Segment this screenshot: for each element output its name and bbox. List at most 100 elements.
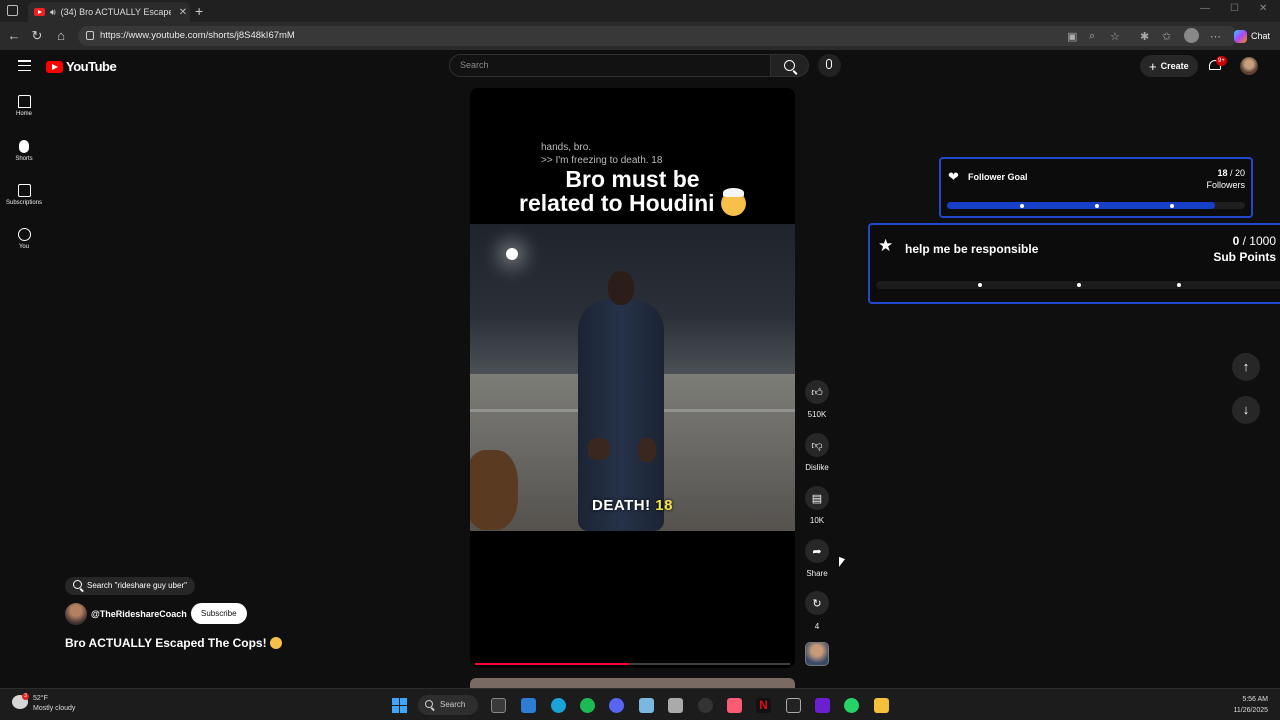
app-install-icon[interactable]: ▣ xyxy=(1067,30,1077,43)
discord-icon[interactable] xyxy=(609,698,624,713)
channel-avatar[interactable] xyxy=(65,603,87,625)
sub-goal-count: 0 / 1000 Sub Points xyxy=(1190,233,1276,265)
more-menu-icon[interactable]: ⋯ xyxy=(1210,30,1221,43)
streetlight xyxy=(506,248,518,260)
edge-browser-icon[interactable] xyxy=(551,698,566,713)
photos-icon[interactable] xyxy=(639,698,654,713)
copilot-chat-button[interactable]: Chat xyxy=(1230,27,1276,45)
follower-goal-widget: ❤ Follower Goal 18 / 20 Followers xyxy=(939,157,1253,218)
share-arrow-icon: ➦ xyxy=(812,545,822,558)
app-icon[interactable] xyxy=(668,698,683,713)
tab-actions-icon[interactable] xyxy=(7,5,18,16)
comments-button[interactable]: ▤ xyxy=(805,486,829,510)
netflix-icon[interactable]: N xyxy=(756,698,771,713)
share-button[interactable]: ➦ xyxy=(805,539,829,563)
video-lower-area[interactable] xyxy=(470,531,795,668)
favorite-star-icon[interactable]: ☆ xyxy=(1110,30,1120,43)
file-explorer-icon[interactable] xyxy=(874,698,889,713)
audio-channel-thumbnail[interactable] xyxy=(805,642,829,666)
sidebar-item-home[interactable]: Home xyxy=(4,95,44,117)
sub-goal-widget: ★ help me be responsible 0 / 1000 Sub Po… xyxy=(868,223,1280,304)
sidebar-item-shorts[interactable]: Shorts xyxy=(4,140,44,162)
weather-widget[interactable]: 52°F Mostly cloudy xyxy=(33,694,75,714)
search-icon xyxy=(425,700,433,708)
speaker-icon[interactable]: 🔊︎ xyxy=(50,7,56,18)
chat-label: Chat xyxy=(1251,31,1271,41)
like-button[interactable]: 👍︎ xyxy=(805,380,829,404)
extensions-icon[interactable]: ✱ xyxy=(1140,30,1149,43)
url-bar[interactable]: https://www.youtube.com/shorts/j8S48kI67… xyxy=(78,26,1238,46)
twitch-icon[interactable] xyxy=(815,698,830,713)
site-info-icon[interactable] xyxy=(86,31,94,40)
maximize-icon[interactable]: ☐ xyxy=(1230,3,1239,14)
follower-goal-fill xyxy=(947,202,1216,209)
dog-shape xyxy=(470,450,518,530)
windows-taskbar: 3 52°F Mostly cloudy Search N 5:56 AM 11… xyxy=(0,688,1280,720)
home-icon xyxy=(17,95,31,108)
video-title[interactable]: Bro ACTUALLY Escaped The Cops! xyxy=(65,636,282,650)
channel-handle[interactable]: @TheRideshareCoach xyxy=(91,609,187,619)
clock-date: 11/26/2025 xyxy=(1233,707,1268,714)
sidebar-item-subscriptions[interactable]: Subscriptions xyxy=(4,184,44,206)
headline-line: Bro must be xyxy=(565,166,700,192)
remix-count: 4 xyxy=(814,622,820,631)
minimize-icon[interactable]: — xyxy=(1200,3,1210,14)
file-app-icon[interactable] xyxy=(521,698,536,713)
capcut-icon[interactable] xyxy=(786,698,801,713)
subscribe-button[interactable]: Subscribe xyxy=(191,603,247,624)
burned-subtitle: DEATH! 18 xyxy=(470,497,795,514)
account-avatar[interactable] xyxy=(1240,57,1258,75)
clock-time: 5:56 AM xyxy=(1242,696,1268,703)
task-view-icon[interactable] xyxy=(491,698,506,713)
milestone-dot xyxy=(1077,283,1081,287)
headline-line: related to Houdini xyxy=(519,190,715,216)
next-short-preview[interactable] xyxy=(470,678,795,688)
weather-condition-text: Mostly cloudy xyxy=(33,705,76,712)
search-placeholder: Search xyxy=(460,60,489,70)
back-icon[interactable]: ← xyxy=(5,28,23,43)
sub-target: / 1000 xyxy=(1242,234,1276,248)
search-input[interactable]: Search xyxy=(449,54,771,77)
youtube-logo[interactable]: YouTube xyxy=(46,59,117,74)
sidebar-item-you[interactable]: You xyxy=(4,228,44,250)
video-title-text: Bro ACTUALLY Escaped The Cops! xyxy=(65,636,267,650)
youtube-wordmark: YouTube xyxy=(66,59,117,74)
browser-tab[interactable]: 🔊︎ (34) Bro ACTUALLY Escaped ✕ xyxy=(28,2,190,22)
like-count: 510K xyxy=(807,410,827,419)
close-tab-icon[interactable]: ✕ xyxy=(176,7,190,18)
spotify-icon[interactable] xyxy=(580,698,595,713)
video-frame[interactable] xyxy=(470,224,795,531)
follower-current: 18 xyxy=(1217,168,1228,178)
person-head xyxy=(608,271,634,305)
next-short-button[interactable]: ↓ xyxy=(1232,396,1260,424)
home-nav-icon[interactable]: ⌂ xyxy=(52,28,70,43)
music-icon[interactable] xyxy=(727,698,742,713)
refresh-icon[interactable]: ↻ xyxy=(28,28,46,44)
favorites-icon[interactable]: ✩ xyxy=(1162,30,1171,43)
close-window-icon[interactable]: ✕ xyxy=(1259,3,1267,14)
system-clock[interactable]: 5:56 AM 11/26/2025 xyxy=(1233,694,1268,716)
subscriptions-icon xyxy=(17,184,31,197)
weather-alert-badge: 3 xyxy=(22,693,29,700)
new-tab-button[interactable]: + xyxy=(195,3,203,19)
voice-search-button[interactable] xyxy=(818,54,841,77)
search-button[interactable] xyxy=(771,54,809,77)
remix-button[interactable]: ↻ xyxy=(805,591,829,615)
previous-short-button[interactable]: ↑ xyxy=(1232,353,1260,381)
zoom-icon[interactable]: ⌕ xyxy=(1089,30,1095,43)
dislike-button[interactable]: 👎︎ xyxy=(805,433,829,457)
caption-line: hands, bro. xyxy=(541,142,592,153)
tab-title: (34) Bro ACTUALLY Escaped xyxy=(60,7,171,17)
sidebar-item-label: Shorts xyxy=(15,156,33,162)
taskbar-search[interactable]: Search xyxy=(418,695,478,715)
obs-icon[interactable] xyxy=(698,698,713,713)
whatsapp-icon[interactable] xyxy=(844,698,859,713)
subtitle-number: 18 xyxy=(655,497,673,514)
video-progress-bar[interactable] xyxy=(475,663,790,665)
related-search-chip[interactable]: Search "rideshare guy uber" xyxy=(65,577,195,595)
milestone-dot xyxy=(1177,283,1181,287)
create-button[interactable]: + Create xyxy=(1140,55,1198,77)
browser-profile-avatar[interactable] xyxy=(1184,28,1199,43)
menu-icon[interactable] xyxy=(18,60,31,71)
windows-start-icon[interactable] xyxy=(392,698,407,713)
